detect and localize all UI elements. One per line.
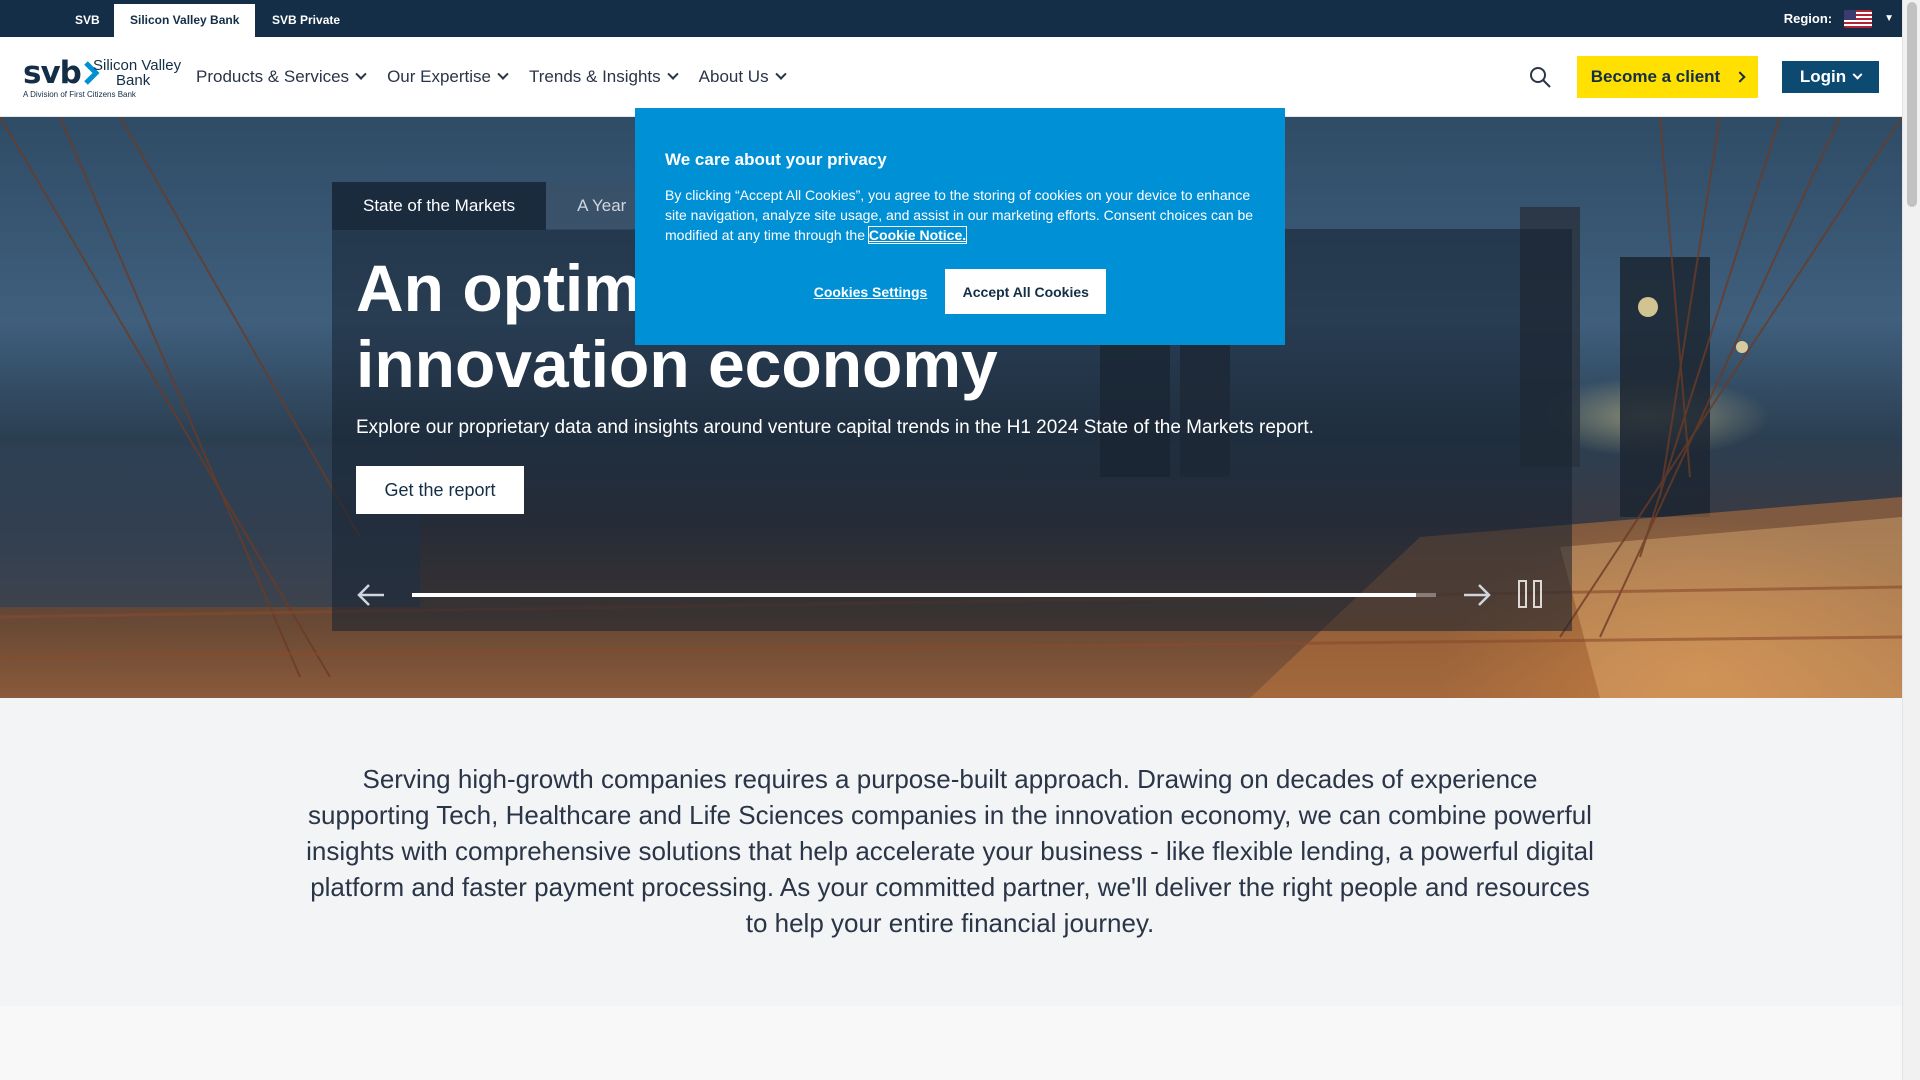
hero-tab-state-of-markets[interactable]: State of the Markets (332, 182, 547, 230)
nav-trends-insights-label: Trends & Insights (529, 67, 661, 86)
cookie-banner-text: By clicking “Accept All Cookies”, you ag… (665, 185, 1255, 245)
nav-products-services-label: Products & Services (196, 67, 350, 86)
main-nav: Products & Services Our Expertise Trends… (196, 37, 807, 117)
login-button[interactable]: Login (1782, 61, 1879, 93)
search-icon[interactable] (1528, 65, 1552, 89)
arrow-left-icon[interactable] (356, 583, 386, 607)
util-tab-svb[interactable]: SVB (59, 4, 116, 37)
chevron-down-icon (666, 68, 679, 80)
nav-products-services[interactable]: Products & Services (196, 67, 367, 87)
logo-name: Silicon Valley Bank (93, 58, 181, 88)
cookies-settings-button[interactable]: Cookies Settings (814, 284, 928, 300)
util-tab-silicon-valley-bank[interactable]: Silicon Valley Bank (114, 4, 256, 37)
accept-all-cookies-button[interactable]: Accept All Cookies (945, 269, 1107, 314)
become-client-button[interactable]: Become a client (1577, 56, 1758, 98)
get-report-button[interactable]: Get the report (356, 466, 524, 514)
accept-all-cookies-label: Accept All Cookies (962, 283, 1089, 300)
hero-subtitle: Explore our proprietary data and insight… (356, 417, 1314, 438)
hero-tab-bar: State of the Markets A Year (332, 182, 658, 230)
region-selector[interactable]: Region: ▼ (1784, 0, 1894, 37)
chevron-down-icon: ▼ (1884, 13, 1894, 24)
scrollbar-thumb[interactable] (1907, 2, 1917, 207)
hero-tab-state-of-markets-label: State of the Markets (363, 196, 516, 215)
cookie-actions: Cookies Settings Accept All Cookies (635, 269, 1285, 314)
carousel-progress-fill (412, 593, 1416, 597)
region-label: Region: (1783, 11, 1833, 26)
util-tab-svb-label: SVB (75, 13, 100, 27)
nav-our-expertise[interactable]: Our Expertise (387, 67, 509, 87)
utility-bar: SVB Silicon Valley Bank SVB Private Regi… (0, 0, 1902, 37)
util-tab-silicon-valley-bank-label: Silicon Valley Bank (130, 13, 240, 27)
cookie-notice-link[interactable]: Cookie Notice. (867, 226, 968, 244)
get-report-label: Get the report (384, 479, 496, 500)
login-label: Login (1799, 67, 1847, 86)
logo-tagline: A Division of First Citizens Bank (23, 90, 136, 99)
logo-name-line2: Bank (116, 72, 151, 89)
chevron-down-icon (774, 68, 787, 80)
intro-paragraph: Serving high-growth companies requires a… (306, 764, 1594, 938)
chevron-down-icon (355, 68, 367, 80)
page-scrollbar[interactable] (1902, 0, 1920, 1080)
util-tab-svb-private[interactable]: SVB Private (256, 4, 356, 37)
logo-mark: svb (23, 55, 82, 91)
hero-title-line1: An optim (356, 251, 642, 325)
cookie-banner-title: We care about your privacy (665, 150, 887, 169)
pause-bar-right (1533, 580, 1542, 608)
pause-icon[interactable] (1518, 580, 1546, 608)
carousel-progress-bar (412, 593, 1436, 597)
chevron-down-icon (1852, 69, 1863, 80)
main-header: svb Silicon Valley Bank A Division of Fi… (0, 37, 1902, 117)
nav-our-expertise-label: Our Expertise (387, 67, 491, 86)
become-client-label: Become a client (1590, 67, 1721, 86)
arrow-right-icon[interactable] (1462, 583, 1492, 607)
lower-section (0, 1006, 1902, 1080)
chevron-down-icon (497, 68, 509, 80)
chevron-right-icon (1734, 71, 1746, 83)
util-tab-svb-private-label: SVB Private (272, 13, 341, 27)
nav-about-us[interactable]: About Us (698, 67, 787, 87)
logo-name-line1: Silicon Valley (93, 57, 182, 74)
us-flag-icon (1844, 9, 1873, 28)
svb-logo[interactable]: svb Silicon Valley Bank A Division of Fi… (23, 55, 183, 103)
nav-about-us-label: About Us (698, 67, 769, 86)
pause-bar-left (1518, 580, 1527, 608)
nav-trends-insights[interactable]: Trends & Insights (529, 67, 679, 87)
cookie-banner: We care about your privacy By clicking “… (635, 108, 1285, 345)
hero-tab-a-year-label: A Year (577, 196, 627, 215)
